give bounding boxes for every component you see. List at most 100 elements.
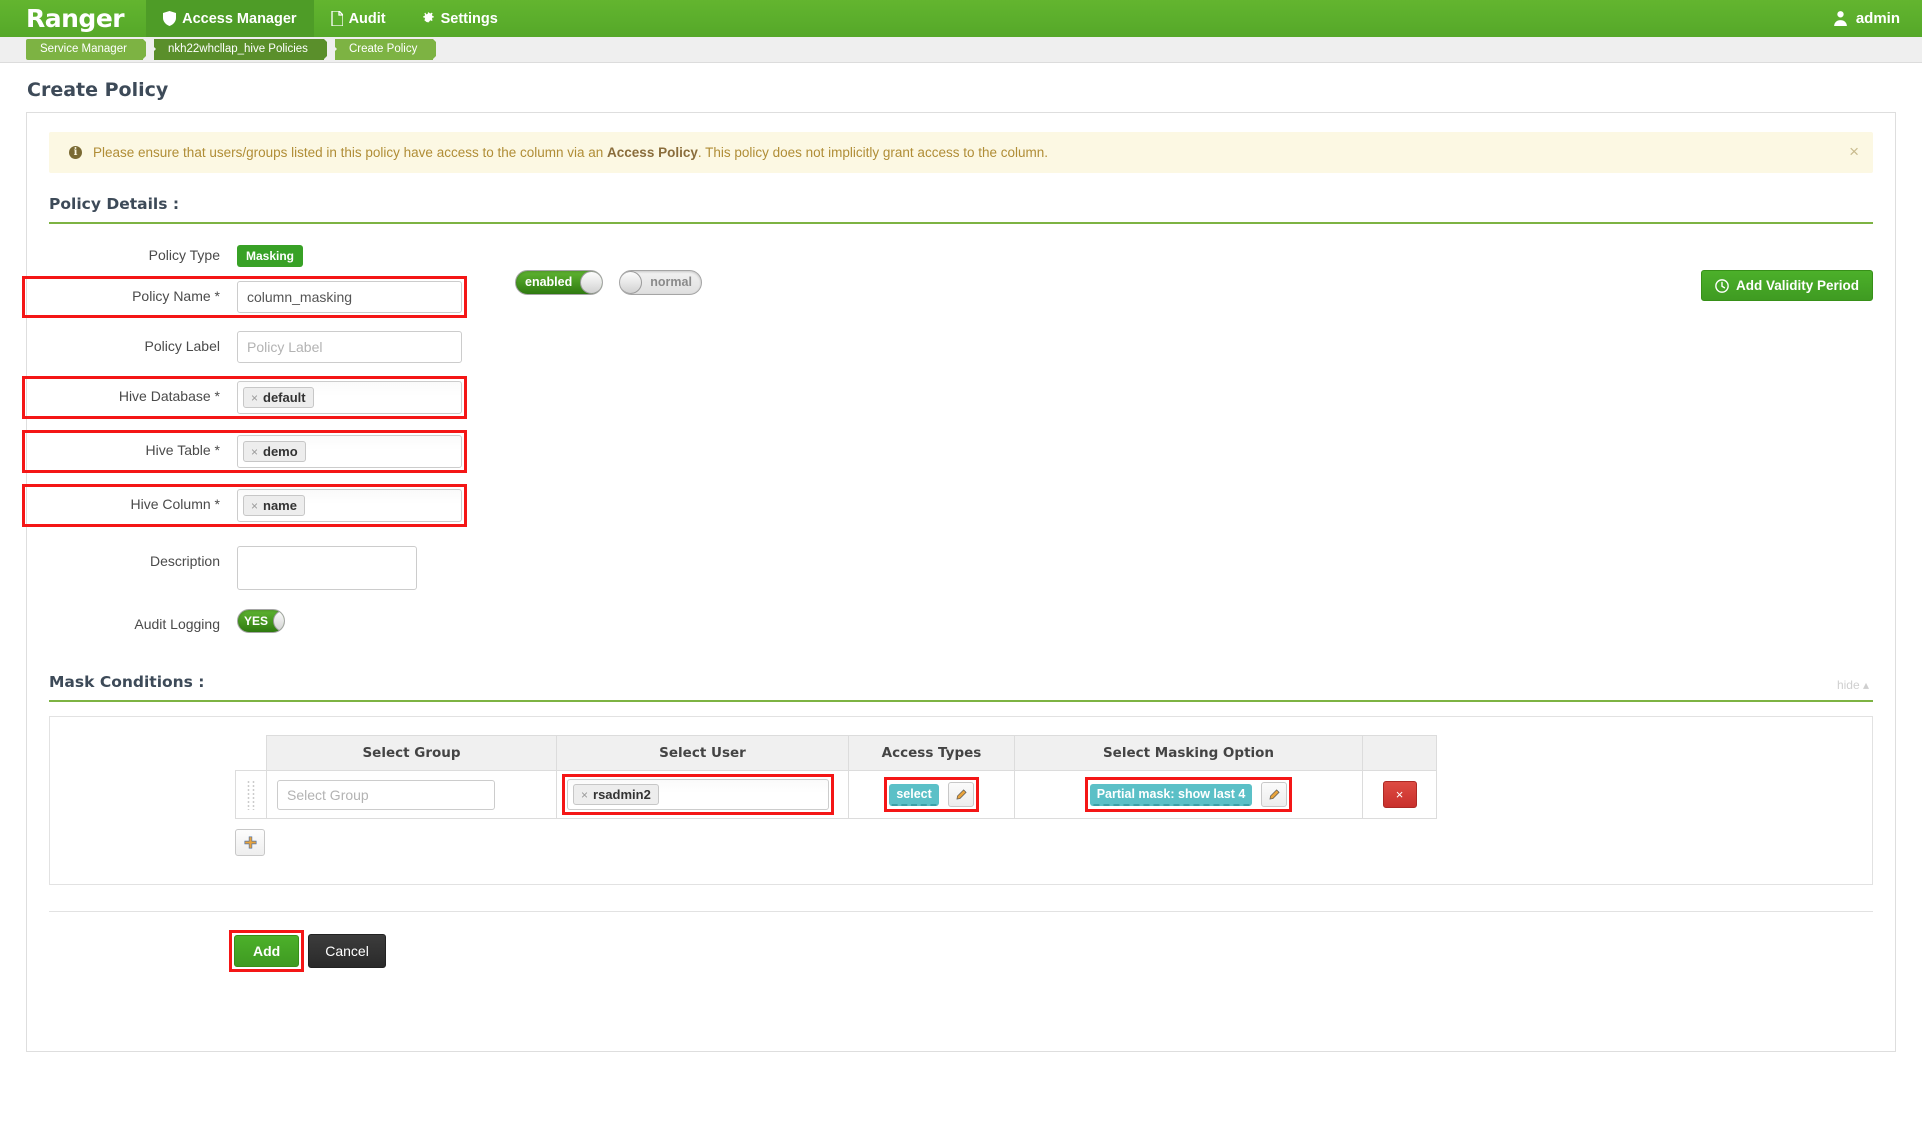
user-menu[interactable]: admin bbox=[1810, 0, 1922, 37]
select-group-input[interactable] bbox=[277, 779, 495, 810]
hive-database-label: Hive Database * bbox=[118, 388, 220, 404]
table-head: Select Group Select User Access Types Se… bbox=[236, 735, 1437, 771]
add-button-highlight: Add bbox=[228, 930, 305, 972]
description-textarea[interactable] bbox=[237, 546, 417, 590]
th-select-group: Select Group bbox=[266, 735, 557, 771]
close-icon: × bbox=[1395, 787, 1404, 802]
breadcrumb-item-hive-policies[interactable]: nkh22whcllap_hive Policies bbox=[153, 39, 337, 60]
breadcrumb: Service Manager nkh22whcllap_hive Polici… bbox=[26, 39, 447, 60]
row-grip-cell bbox=[235, 770, 267, 819]
pencil-icon bbox=[956, 788, 967, 799]
breadcrumb-label: nkh22whcllap_hive Policies bbox=[167, 43, 308, 55]
hive-database-control[interactable]: × default bbox=[237, 381, 462, 414]
breadcrumb-bar: Service Manager nkh22whcllap_hive Polici… bbox=[0, 37, 1922, 63]
table-body: × rsadmin2 select bbox=[235, 770, 1437, 819]
mask-conditions-container: Select Group Select User Access Types Se… bbox=[49, 716, 1873, 885]
policy-details-heading: Policy Details : bbox=[49, 195, 180, 213]
access-types-edit-button[interactable] bbox=[947, 782, 974, 807]
mask-conditions-table: Select Group Select User Access Types Se… bbox=[235, 735, 1437, 819]
breadcrumb-label: Service Manager bbox=[40, 43, 127, 55]
remove-token-icon[interactable]: × bbox=[581, 788, 588, 802]
remove-token-icon[interactable]: × bbox=[251, 391, 258, 405]
hide-toggle-link[interactable]: hide ▴ bbox=[1837, 678, 1869, 692]
table-header-row: Select Group Select User Access Types Se… bbox=[236, 735, 1437, 771]
masking-option-edit-button[interactable] bbox=[1261, 782, 1288, 807]
hive-column-highlight: Hive Column * × name bbox=[22, 484, 467, 527]
app-logo[interactable]: Ranger bbox=[0, 0, 146, 37]
select-user-tokenbox[interactable]: × rsadmin2 bbox=[567, 779, 829, 810]
th-select-user: Select User bbox=[556, 735, 849, 771]
file-icon bbox=[330, 11, 343, 26]
row-policy-type: Policy Type Masking bbox=[27, 240, 1895, 267]
policy-name-highlight: Policy Name * bbox=[22, 276, 467, 318]
toggle-knob bbox=[273, 610, 284, 632]
nav-audit-label: Audit bbox=[348, 10, 386, 27]
access-types-highlight: select bbox=[884, 777, 980, 812]
add-button[interactable]: Add bbox=[234, 935, 300, 967]
policy-type-label: Policy Type bbox=[148, 247, 220, 263]
row-hive-database: Hive Database * × default bbox=[22, 376, 1895, 419]
mask-conditions-header: Mask Conditions : hide ▴ bbox=[49, 673, 1873, 702]
hive-table-tokenbox[interactable]: × demo bbox=[237, 435, 462, 468]
nav-settings[interactable]: Settings bbox=[403, 0, 515, 37]
th-access-types: Access Types bbox=[848, 735, 1015, 771]
policy-name-control bbox=[237, 281, 462, 313]
add-condition-row-button[interactable] bbox=[235, 829, 265, 856]
hive-table-token[interactable]: × demo bbox=[243, 441, 306, 462]
nav-audit[interactable]: Audit bbox=[314, 0, 403, 37]
policy-details-form: Add Validity Period enabled normal Polic… bbox=[22, 224, 1895, 633]
th-grip bbox=[236, 736, 267, 771]
policy-name-input[interactable] bbox=[237, 281, 462, 313]
audit-logging-control: YES bbox=[237, 609, 285, 633]
cancel-button[interactable]: Cancel bbox=[308, 934, 386, 968]
audit-logging-label: Audit Logging bbox=[134, 616, 220, 632]
remove-token-icon[interactable]: × bbox=[251, 499, 258, 513]
notice-text-before: Please ensure that users/groups listed i… bbox=[93, 145, 608, 160]
select-user-token[interactable]: × rsadmin2 bbox=[573, 784, 659, 805]
audit-logging-toggle[interactable]: YES bbox=[237, 609, 285, 633]
drag-handle-icon[interactable] bbox=[246, 779, 256, 810]
nav-access-manager[interactable]: Access Manager bbox=[146, 0, 314, 37]
row-audit-logging: Audit Logging YES bbox=[27, 609, 1895, 633]
delete-row-button[interactable]: × bbox=[1382, 781, 1417, 808]
breadcrumb-item-service-manager[interactable]: Service Manager bbox=[26, 39, 156, 60]
hide-label: hide bbox=[1836, 678, 1860, 692]
description-control bbox=[237, 546, 417, 593]
hive-column-label: Hive Column * bbox=[130, 496, 220, 512]
token-label: default bbox=[263, 390, 306, 405]
hive-database-token[interactable]: × default bbox=[243, 387, 314, 408]
table-row: × rsadmin2 select bbox=[235, 770, 1437, 819]
cell-actions: × bbox=[1362, 770, 1437, 819]
top-navbar: Ranger Access Manager Audit Settings adm… bbox=[0, 0, 1922, 37]
access-type-badge[interactable]: select bbox=[889, 783, 939, 806]
token-label: rsadmin2 bbox=[593, 787, 651, 802]
pencil-icon bbox=[1269, 788, 1280, 799]
policy-name-label: Policy Name * bbox=[132, 288, 220, 304]
policy-details-header: Policy Details : bbox=[49, 195, 1873, 224]
notice-link-access-policy[interactable]: Access Policy bbox=[607, 145, 698, 160]
remove-token-icon[interactable]: × bbox=[251, 445, 258, 459]
masking-option-badge[interactable]: Partial mask: show last 4 bbox=[1089, 783, 1253, 806]
breadcrumb-item-create-policy[interactable]: Create Policy bbox=[334, 39, 447, 60]
policy-type-badge: Masking bbox=[237, 245, 304, 267]
hive-table-control[interactable]: × demo bbox=[237, 435, 462, 468]
th-select-masking-option: Select Masking Option bbox=[1014, 735, 1363, 771]
hive-table-highlight: Hive Table * × demo bbox=[22, 430, 467, 473]
policy-label-control bbox=[237, 331, 462, 363]
close-icon[interactable]: × bbox=[1849, 143, 1859, 160]
nav-access-manager-label: Access Manager bbox=[182, 10, 297, 27]
policy-label-input[interactable] bbox=[237, 331, 462, 363]
token-label: name bbox=[263, 498, 297, 513]
form-footer: Add Cancel bbox=[49, 911, 1873, 972]
hive-column-token[interactable]: × name bbox=[243, 495, 305, 516]
audit-logging-value: YES bbox=[244, 614, 269, 628]
nav-settings-label: Settings bbox=[440, 10, 498, 27]
th-actions bbox=[1362, 735, 1437, 771]
hive-column-tokenbox[interactable]: × name bbox=[237, 489, 462, 522]
hive-database-tokenbox[interactable]: × default bbox=[237, 381, 462, 414]
row-policy-label: Policy Label bbox=[27, 331, 1895, 363]
token-label: demo bbox=[263, 444, 298, 459]
hive-column-control[interactable]: × name bbox=[237, 489, 462, 522]
breadcrumb-label: Create Policy bbox=[348, 43, 418, 55]
cell-access-types: select bbox=[848, 770, 1015, 819]
